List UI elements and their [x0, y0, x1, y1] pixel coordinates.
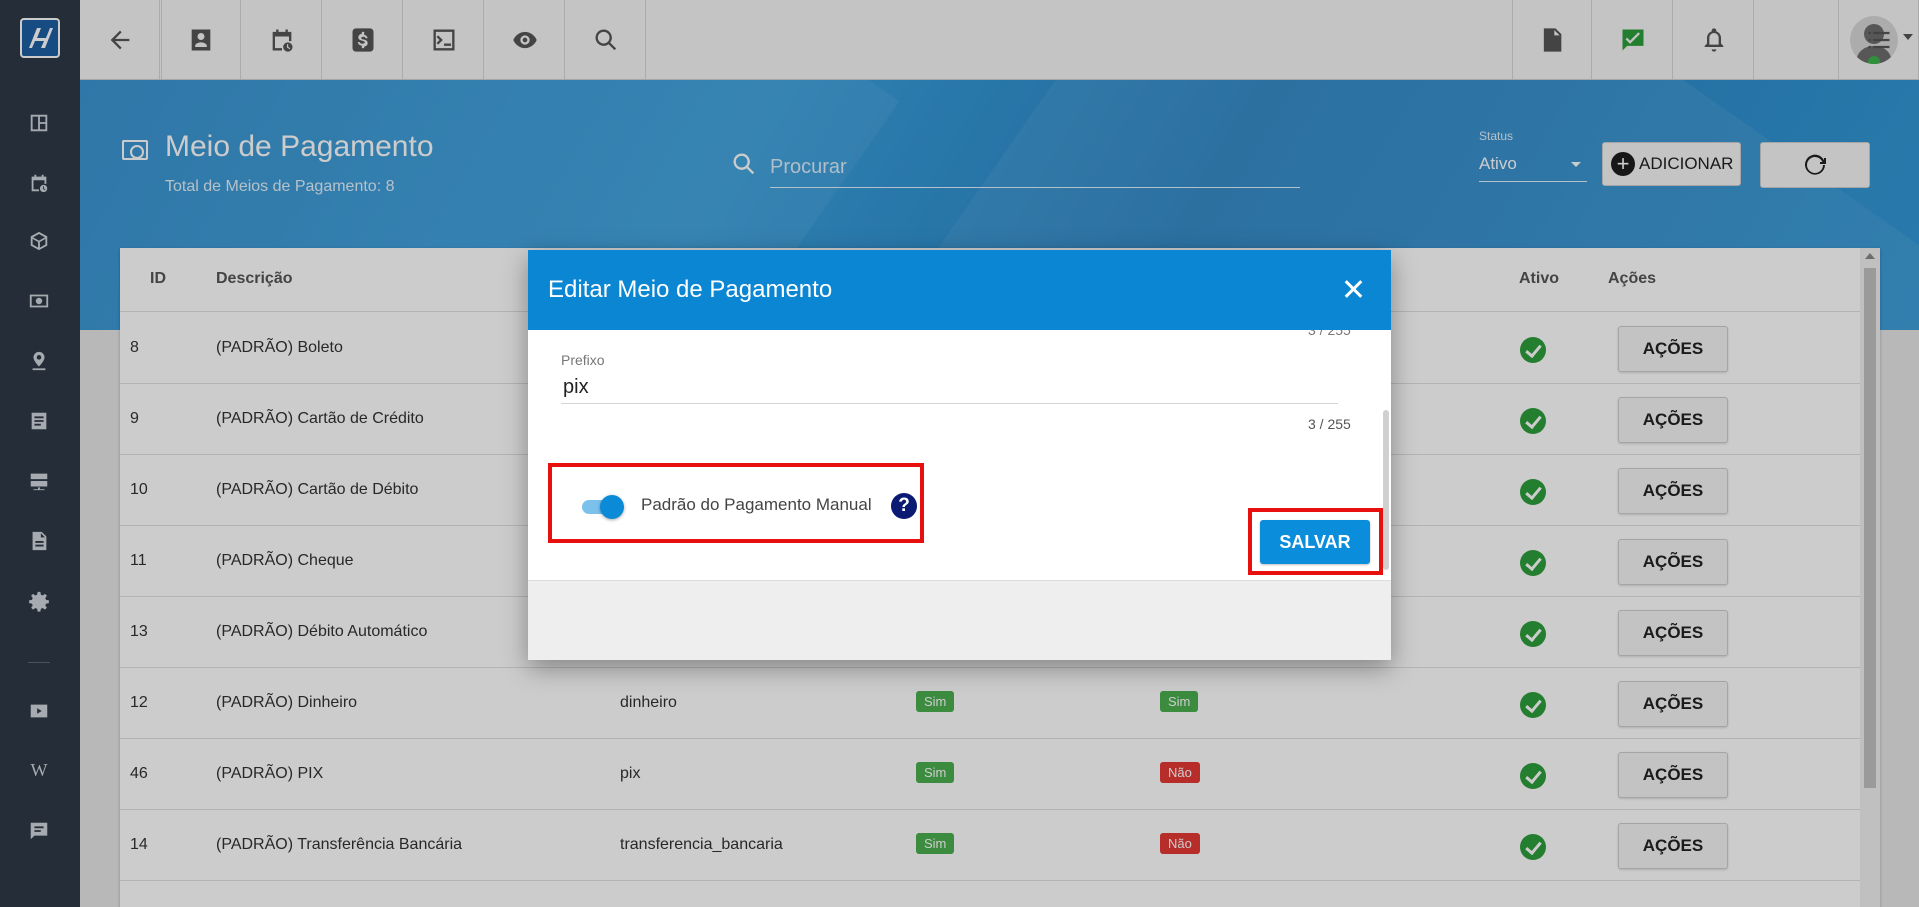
highlight-box: SALVAR [1248, 508, 1383, 575]
prefix-char-counter: 3 / 255 [1308, 416, 1351, 432]
help-icon[interactable]: ? [891, 493, 917, 519]
dialog-footer [528, 580, 1391, 660]
save-button[interactable]: SALVAR [1260, 520, 1370, 564]
edit-payment-method-dialog: Editar Meio de Pagamento 3 / 255 Prefixo… [528, 250, 1391, 660]
previous-field-counter: 3 / 255 [1308, 330, 1351, 338]
highlight-box: Padrão do Pagamento Manual ? [548, 463, 924, 543]
toggle-label: Padrão do Pagamento Manual [641, 495, 872, 514]
manual-payment-default-toggle[interactable] [582, 495, 624, 519]
close-icon[interactable] [1338, 274, 1370, 306]
dialog-title: Editar Meio de Pagamento [548, 276, 833, 303]
prefix-label: Prefixo [561, 352, 605, 368]
prefix-input[interactable] [561, 372, 1338, 404]
dialog-scrollbar[interactable] [1383, 410, 1389, 570]
toggle-knob [600, 495, 624, 519]
dialog-header: Editar Meio de Pagamento [528, 250, 1391, 330]
